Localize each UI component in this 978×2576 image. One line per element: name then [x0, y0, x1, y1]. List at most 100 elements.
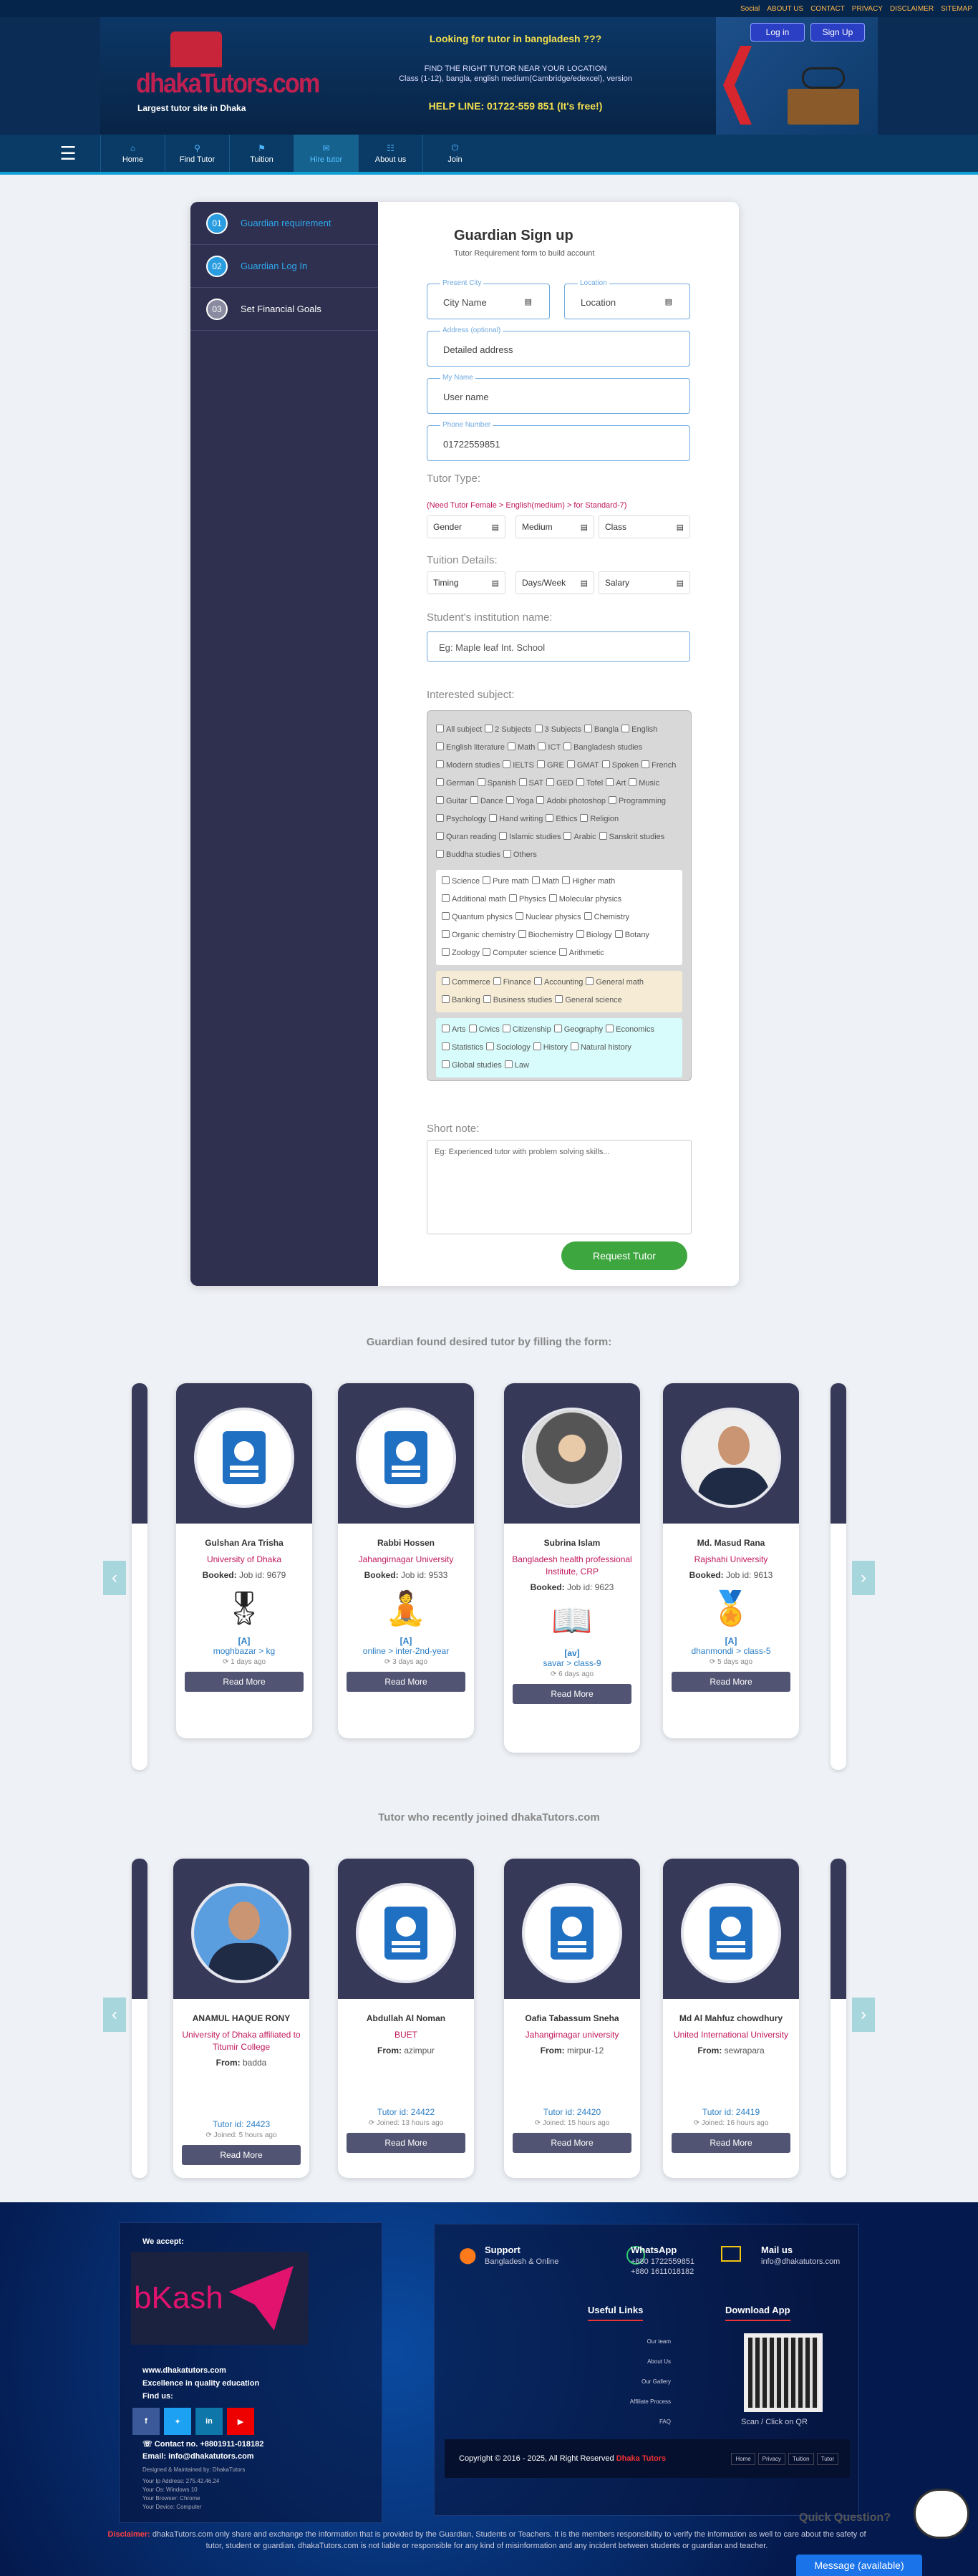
checkbox-quantum-physics[interactable]: Quantum physics — [442, 909, 513, 926]
checkbox-adobi-photoshop[interactable]: Adobi photoshop — [536, 793, 606, 810]
step-guardian-requirement[interactable]: 01 Guardian requirement — [190, 202, 378, 245]
checkbox-german[interactable]: German — [436, 775, 475, 793]
checkbox-chemistry[interactable]: Chemistry — [584, 909, 629, 926]
checkbox-math[interactable]: Math — [531, 873, 559, 891]
checkbox-natural-history[interactable]: Natural history — [570, 1039, 631, 1057]
checkbox-icon[interactable] — [442, 1025, 450, 1032]
checkbox-icon[interactable] — [562, 876, 571, 884]
footer-link-our-gallery[interactable]: Our Gallery — [614, 2372, 671, 2392]
bottom-link-tuition[interactable]: Tuition — [788, 2452, 814, 2465]
checkbox-additional-math[interactable]: Additional math — [442, 891, 506, 909]
top-link-privacy[interactable]: PRIVACY — [852, 5, 883, 13]
checkbox-general-science[interactable]: General science — [555, 992, 622, 1009]
read-more-button[interactable]: Read More — [672, 2133, 790, 2153]
checkbox-guitar[interactable]: Guitar — [436, 793, 468, 810]
checkbox-islamic-studies[interactable]: Islamic studies — [499, 828, 561, 846]
footer-link-faq[interactable]: FAQ — [614, 2412, 671, 2432]
checkbox-icon[interactable] — [553, 1025, 562, 1032]
hamburger-menu-icon[interactable]: ☰ — [36, 135, 100, 172]
checkbox-icon[interactable] — [502, 1025, 510, 1032]
footer-link-about-us[interactable]: About Us — [614, 2352, 671, 2372]
checkbox-icon[interactable] — [489, 814, 498, 822]
checkbox-programming[interactable]: Programming — [609, 793, 666, 810]
timing-select[interactable]: Timing ▤ — [427, 571, 505, 594]
checkbox-sat[interactable]: SAT — [518, 775, 543, 793]
checkbox-arts[interactable]: Arts — [442, 1021, 466, 1039]
checkbox-ged[interactable]: GED — [546, 775, 573, 793]
carousel-prev-button[interactable]: ‹ — [103, 1561, 126, 1595]
checkbox-ielts[interactable]: IELTS — [503, 757, 534, 775]
checkbox-finance[interactable]: Finance — [493, 974, 531, 992]
checkbox-nuclear-physics[interactable]: Nuclear physics — [515, 909, 581, 926]
read-more-button[interactable]: Read More — [672, 1672, 790, 1692]
checkbox-commerce[interactable]: Commerce — [442, 974, 490, 992]
checkbox-icon[interactable] — [584, 725, 592, 732]
checkbox-icon[interactable] — [538, 742, 546, 750]
checkbox-2-subjects[interactable]: 2 Subjects — [485, 721, 532, 739]
checkbox-icon[interactable] — [533, 1042, 541, 1050]
step-guardian-login[interactable]: 02 Guardian Log In — [190, 245, 378, 288]
nav-tuition[interactable]: ⚑ Tuition — [229, 135, 294, 172]
checkbox-icon[interactable] — [548, 894, 557, 902]
checkbox-icon[interactable] — [436, 760, 444, 768]
checkbox-spoken[interactable]: Spoken — [601, 757, 639, 775]
carousel-next-button[interactable]: › — [852, 1561, 875, 1595]
checkbox-icon[interactable] — [563, 832, 572, 840]
checkbox-icon[interactable] — [546, 814, 554, 822]
youtube-icon[interactable]: ▶ — [227, 2408, 254, 2435]
checkbox-history[interactable]: History — [533, 1039, 568, 1057]
bottom-link-privacy[interactable]: Privacy — [757, 2452, 785, 2465]
checkbox-dance[interactable]: Dance — [470, 793, 503, 810]
checkbox-icon[interactable] — [468, 1025, 477, 1032]
checkbox-pure-math[interactable]: Pure math — [483, 873, 529, 891]
checkbox-icon[interactable] — [436, 725, 444, 732]
checkbox-icon[interactable] — [609, 796, 617, 804]
footer-link-our-team[interactable]: Our team — [614, 2332, 671, 2352]
checkbox-zoology[interactable]: Zoology — [442, 944, 480, 962]
checkbox-all-subject[interactable]: All subject — [436, 721, 482, 739]
checkbox-yoga[interactable]: Yoga — [505, 793, 533, 810]
checkbox-icon[interactable] — [570, 1042, 578, 1050]
nav-join[interactable]: ⏻ Join — [422, 135, 487, 172]
checkbox-icon[interactable] — [504, 1060, 513, 1068]
checkbox-icon[interactable] — [486, 1042, 495, 1050]
checkbox-science[interactable]: Science — [442, 873, 480, 891]
address-input[interactable]: Address (optional) Detailed address — [427, 326, 690, 367]
checkbox-icon[interactable] — [546, 778, 555, 786]
checkbox-icon[interactable] — [558, 948, 567, 956]
checkbox-higher-math[interactable]: Higher math — [562, 873, 615, 891]
checkbox-geography[interactable]: Geography — [553, 1021, 603, 1039]
checkbox-icon[interactable] — [442, 912, 450, 920]
checkbox-religion[interactable]: Religion — [580, 810, 619, 828]
checkbox-music[interactable]: Music — [629, 775, 659, 793]
checkbox-icon[interactable] — [515, 912, 523, 920]
checkbox-icon[interactable] — [470, 796, 478, 804]
checkbox-organic-chemistry[interactable]: Organic chemistry — [442, 926, 515, 944]
checkbox-math[interactable]: Math — [507, 739, 535, 757]
checkbox-arabic[interactable]: Arabic — [563, 828, 596, 846]
whatsapp-number-2[interactable]: +880 1611018182 — [631, 2267, 694, 2276]
checkbox-3-subjects[interactable]: 3 Subjects — [534, 721, 581, 739]
salary-select[interactable]: Salary ▤ — [599, 571, 690, 594]
checkbox-psychology[interactable]: Psychology — [436, 810, 486, 828]
checkbox-icon[interactable] — [442, 930, 450, 938]
checkbox-arithmetic[interactable]: Arithmetic — [558, 944, 604, 962]
checkbox-icon[interactable] — [483, 995, 491, 1003]
city-select[interactable]: Present City City Name ▤ — [427, 279, 550, 319]
facebook-icon[interactable]: f — [132, 2408, 160, 2435]
checkbox-english[interactable]: English — [621, 721, 657, 739]
mail-address[interactable]: info@dhakatutors.com — [761, 2257, 840, 2266]
checkbox-banking[interactable]: Banking — [442, 992, 480, 1009]
footer-site[interactable]: www.dhakatutors.com — [142, 2366, 226, 2375]
checkbox-sociology[interactable]: Sociology — [486, 1039, 531, 1057]
checkbox-biochemistry[interactable]: Biochemistry — [518, 926, 573, 944]
medium-select[interactable]: Medium ▤ — [515, 515, 594, 538]
checkbox-citizenship[interactable]: Citizenship — [502, 1021, 551, 1039]
checkbox-modern-studies[interactable]: Modern studies — [436, 757, 500, 775]
checkbox-icon[interactable] — [483, 876, 491, 884]
message-chat-button[interactable]: Message (available) — [796, 2555, 922, 2576]
checkbox-icon[interactable] — [576, 778, 584, 786]
checkbox-global-studies[interactable]: Global studies — [442, 1057, 502, 1075]
checkbox-hand-writing[interactable]: Hand writing — [489, 810, 543, 828]
checkbox-icon[interactable] — [477, 778, 485, 786]
